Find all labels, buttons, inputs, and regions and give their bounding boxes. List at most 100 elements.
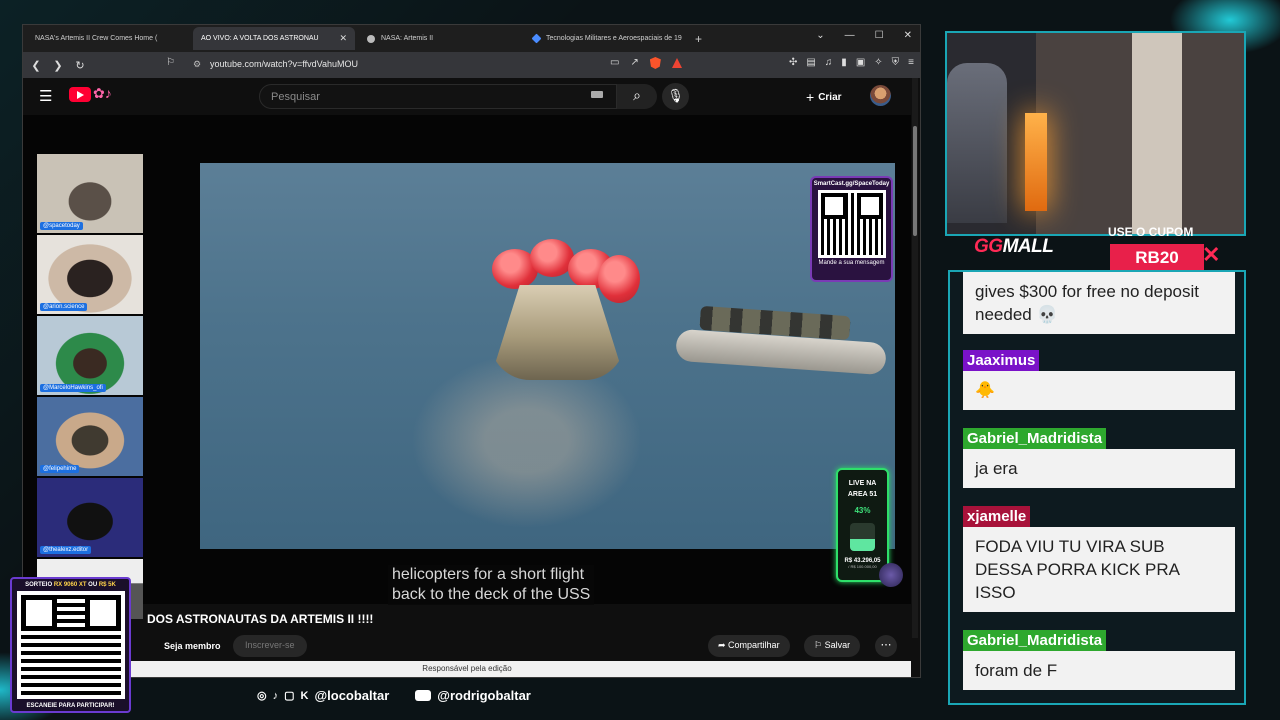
area51-progress-bar — [850, 523, 875, 551]
save-button[interactable]: ⚐ Salvar — [804, 635, 861, 657]
area51-percent: 43% — [854, 506, 871, 515]
gemini-icon — [531, 33, 542, 44]
minimize-button[interactable]: — — [845, 30, 855, 41]
hamburger-menu-icon[interactable]: ☰ — [39, 87, 52, 105]
avatar[interactable] — [870, 85, 891, 106]
orion-capsule — [490, 285, 625, 380]
webcam-handle: @felipehime — [40, 465, 80, 473]
site-info-icon[interactable]: ⚙ — [193, 59, 201, 70]
chat-username: Gabriel_Madridista — [963, 428, 1107, 449]
raffle-headline: SORTEIO RX 9060 XT OU R$ 5K — [25, 582, 116, 588]
social-handle: @rodrigobaltar — [437, 688, 531, 703]
reader-icon[interactable]: ▤ — [806, 57, 815, 68]
chat-message: gives $300 for free no deposit needed 💀 — [963, 272, 1235, 334]
subscribe-button[interactable]: Inscrever-se — [233, 635, 307, 657]
youtube-header: ☰ ✿♪ Pesquisar ⌕ 🎙 + Criar — [23, 78, 920, 115]
chat-message: Jaaximus 🐥 — [963, 350, 1235, 410]
caption-line: helicopters for a short flight — [392, 566, 585, 583]
tab-artemis-crew[interactable]: NASA's Artemis II Crew Comes Home ( — [23, 27, 189, 86]
kick-icon: K — [300, 689, 309, 702]
qr-code — [817, 190, 886, 258]
plus-icon: + — [806, 89, 815, 105]
close-window-button[interactable]: ✕ — [904, 30, 912, 41]
microphone-icon[interactable]: 🎙 — [662, 83, 689, 110]
chat-username: Gabriel_Madridista — [963, 630, 1107, 651]
scrollbar-thumb[interactable] — [913, 126, 917, 236]
maximize-button[interactable]: ☐ — [875, 30, 884, 41]
chat-message-text: gives $300 for free no deposit needed 💀 — [963, 272, 1235, 334]
video-player[interactable]: @spacetoday @arion.science @MarceloHawki… — [23, 115, 911, 619]
chat-username: xjamelle — [963, 506, 1031, 527]
search-input[interactable]: Pesquisar — [259, 84, 617, 109]
webcam-handle: @arion.science — [40, 303, 88, 311]
gaming-chair — [947, 63, 1007, 223]
webcam-tile: @felipehime — [37, 397, 143, 476]
chat-message: xjamelle FODA VIU TU VIRA SUB DESSA PORR… — [963, 506, 1235, 612]
nasa-icon — [367, 34, 375, 43]
area51-line2: AREA 51 — [847, 491, 878, 498]
cast-icon[interactable]: ▭ — [610, 57, 619, 69]
join-button[interactable]: Seja membro — [164, 641, 221, 651]
search-button[interactable]: ⌕ — [617, 84, 657, 109]
youtube-doodle[interactable]: ✿♪ — [93, 85, 112, 102]
youtube-logo[interactable] — [69, 87, 91, 102]
x-icon: ✕ — [1202, 242, 1221, 267]
floor-lamp — [1025, 113, 1047, 211]
webcam-tile: @spacetoday — [37, 154, 143, 233]
chat-username: Jaaximus — [963, 350, 1040, 371]
streamer-webcam — [945, 31, 1246, 236]
social-handles: ◎ ♪ ▢ K @locobaltar @rodrigobaltar — [257, 688, 531, 703]
twitch-icon: ▢ — [284, 690, 295, 702]
bookmark-save-icon: ⚐ — [814, 640, 825, 650]
scrollbar[interactable] — [912, 78, 918, 638]
qr-subtitle: Mande a sua mensagem — [818, 260, 885, 266]
brave-shield-icon[interactable] — [649, 57, 661, 69]
close-icon[interactable]: ✕ — [339, 33, 347, 44]
video-title: DOS ASTRONAUTAS DA ARTEMIS II !!!! — [147, 612, 374, 626]
tab-search-icon[interactable]: ⌄ — [816, 30, 824, 41]
raffle-qr-code — [16, 591, 125, 699]
youtube-page: ☰ ✿♪ Pesquisar ⌕ 🎙 + Criar @spacetoday @a… — [23, 78, 920, 677]
recovery-boat — [675, 328, 887, 376]
cupom-label: USE O CUPOM — [1108, 225, 1194, 239]
webcam-tile: @arion.science — [37, 235, 143, 314]
tab-label: Tecnologias Militares e Aeroespaciais de… — [546, 35, 682, 42]
area51-line1: LIVE NA — [848, 480, 877, 487]
instagram-icon: ◎ — [257, 690, 267, 702]
new-tab-button[interactable]: + — [695, 32, 702, 46]
cupom-code: RB20 — [1110, 244, 1204, 272]
back-button[interactable]: ❮ — [31, 59, 41, 72]
qr-title: SmartCast.gg/SpaceToday — [813, 181, 890, 187]
caption-line: back to the deck of the USS — [392, 586, 591, 603]
brave-rewards-icon[interactable] — [671, 58, 682, 68]
share-button[interactable]: ➦ Compartilhar — [708, 635, 790, 657]
video-captions: helicopters for a short flight back to t… — [388, 565, 595, 605]
extensions-icon[interactable]: ✣ — [789, 57, 797, 68]
wallet-icon[interactable]: ▣ — [856, 57, 865, 68]
share-page-icon[interactable]: ↗ — [630, 57, 638, 69]
tab-ao-vivo[interactable]: AO VIVO: A VOLTA DOS ASTRONAU ✕ — [23, 27, 355, 86]
vpn-icon[interactable]: ⛨ — [892, 57, 900, 68]
more-options-icon[interactable]: ⋯ — [875, 635, 897, 657]
bookmark-icon[interactable]: ⚐ — [166, 57, 175, 68]
create-button[interactable]: + Criar — [806, 89, 842, 105]
tab-tecnologias[interactable]: Tecnologias Militares e Aeroespaciais de… — [525, 27, 687, 50]
webcam-grid: @spacetoday @arion.science @MarceloHawki… — [37, 154, 143, 621]
forward-button[interactable]: ❯ — [53, 59, 63, 72]
reload-button[interactable]: ↻ — [75, 59, 85, 72]
chat-message: Gabriel_Madridista foram de F — [963, 630, 1235, 690]
social-handle: @locobaltar — [314, 688, 390, 703]
keyboard-icon[interactable] — [591, 91, 603, 98]
share-icon: ➦ — [718, 640, 729, 650]
webcam-handle: @spacetoday — [40, 222, 83, 230]
menu-icon[interactable]: ≡ — [908, 57, 914, 68]
webcam-tile: @MarceloHawkins_ofi — [37, 316, 143, 395]
leo-icon[interactable]: ✧ — [874, 57, 882, 68]
url-field[interactable]: youtube.com/watch?v=ffvdVahuMOU — [210, 59, 358, 69]
doorway — [1132, 33, 1182, 234]
sidebar-icon[interactable]: ▮ — [841, 57, 847, 68]
music-icon[interactable]: ♫ — [825, 57, 833, 68]
ggmall-logo: GGMALL — [974, 236, 1054, 257]
tab-nasa-artemis[interactable]: NASA: Artemis II — [359, 27, 521, 50]
area51-goal-widget: LIVE NA AREA 51 43% R$ 43.296,05 / R$ 10… — [836, 468, 889, 582]
